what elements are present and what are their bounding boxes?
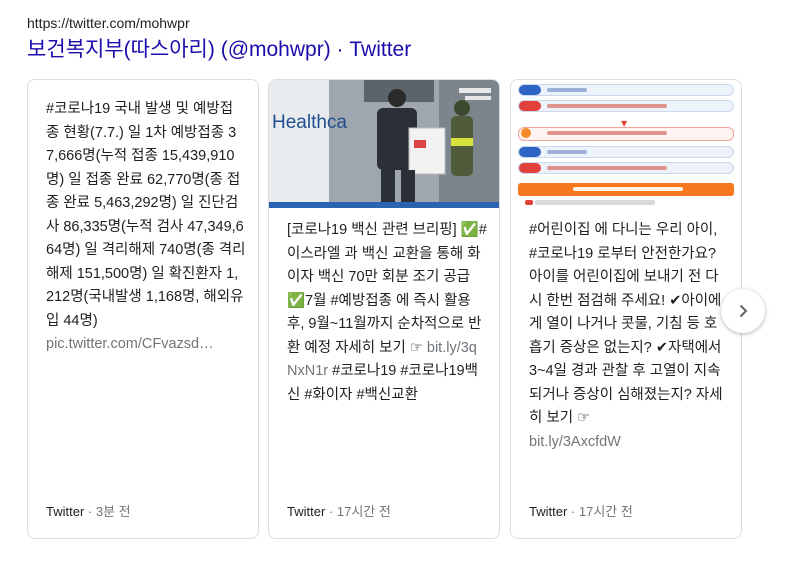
infographic-row <box>518 84 734 96</box>
tweet-image[interactable]: ▼ <box>511 80 741 208</box>
tweet-card-2[interactable]: Healthca [코로나19 백신 관련 브리핑] ✅#이스라엘 과 백신 교… <box>268 79 500 539</box>
vaccine-transport-photo: Healthca <box>269 80 499 208</box>
tweet-text: #코로나19 국내 발생 및 예방접종 현황(7.7.) 일 1차 예방접종 3… <box>46 98 246 357</box>
infographic-row <box>518 100 734 112</box>
infographic-row <box>518 127 734 141</box>
tweet-footer: Twitter · 17시간 전 <box>529 504 633 519</box>
childcare-infographic: ▼ <box>511 80 741 208</box>
tweet-source: Twitter <box>287 504 326 519</box>
tweet-body: [코로나19 백신 관련 브리핑] ✅#이스라엘 과 백신 교환을 통해 화이자… <box>287 222 487 356</box>
tweet-source: Twitter <box>529 504 568 519</box>
tweet-text: [코로나19 백신 관련 브리핑] ✅#이스라엘 과 백신 교환을 통해 화이자… <box>287 219 487 407</box>
result-url: https://twitter.com/mohwpr <box>27 15 190 31</box>
image-caption: Healthca <box>272 112 347 133</box>
tweet-time: 17시간 전 <box>578 504 633 519</box>
tweet-source: Twitter <box>46 504 85 519</box>
tweet-body: #어린이집 에 다니는 우리 아이, #코로나19 로부터 안전한가요? 아이를… <box>529 222 723 426</box>
tweet-footer: Twitter · 3분 전 <box>46 504 131 519</box>
tweet-time: 17시간 전 <box>336 504 391 519</box>
tweet-body: #코로나19 국내 발생 및 예방접종 현황(7.7.) 일 1차 예방접종 3… <box>46 101 246 329</box>
tweet-link[interactable]: bit.ly/3AxcfdW <box>529 431 729 455</box>
tweet-footer: Twitter · 17시간 전 <box>287 504 391 519</box>
tweet-time: 3분 전 <box>95 504 131 519</box>
infographic-row <box>518 146 734 158</box>
chevron-right-icon <box>739 304 748 318</box>
infographic-banner <box>518 183 734 196</box>
tweet-text: #어린이집 에 다니는 우리 아이, #코로나19 로부터 안전한가요? 아이를… <box>529 219 729 454</box>
tweet-link[interactable]: pic.twitter.com/CFvazsd… <box>46 333 246 357</box>
infographic-row <box>518 162 734 174</box>
next-button[interactable] <box>721 289 765 333</box>
tweet-image[interactable]: Healthca <box>269 80 499 208</box>
tweet-card-3[interactable]: ▼ #어린이집 에 다니는 우리 아이, #코로나19 로부터 안전한가요? 아… <box>510 79 742 539</box>
result-title-link[interactable]: 보건복지부(따스아리) (@mohwpr) · Twitter <box>27 36 411 64</box>
tweet-card-1[interactable]: #코로나19 국내 발생 및 예방접종 현황(7.7.) 일 1차 예방접종 3… <box>27 79 259 539</box>
